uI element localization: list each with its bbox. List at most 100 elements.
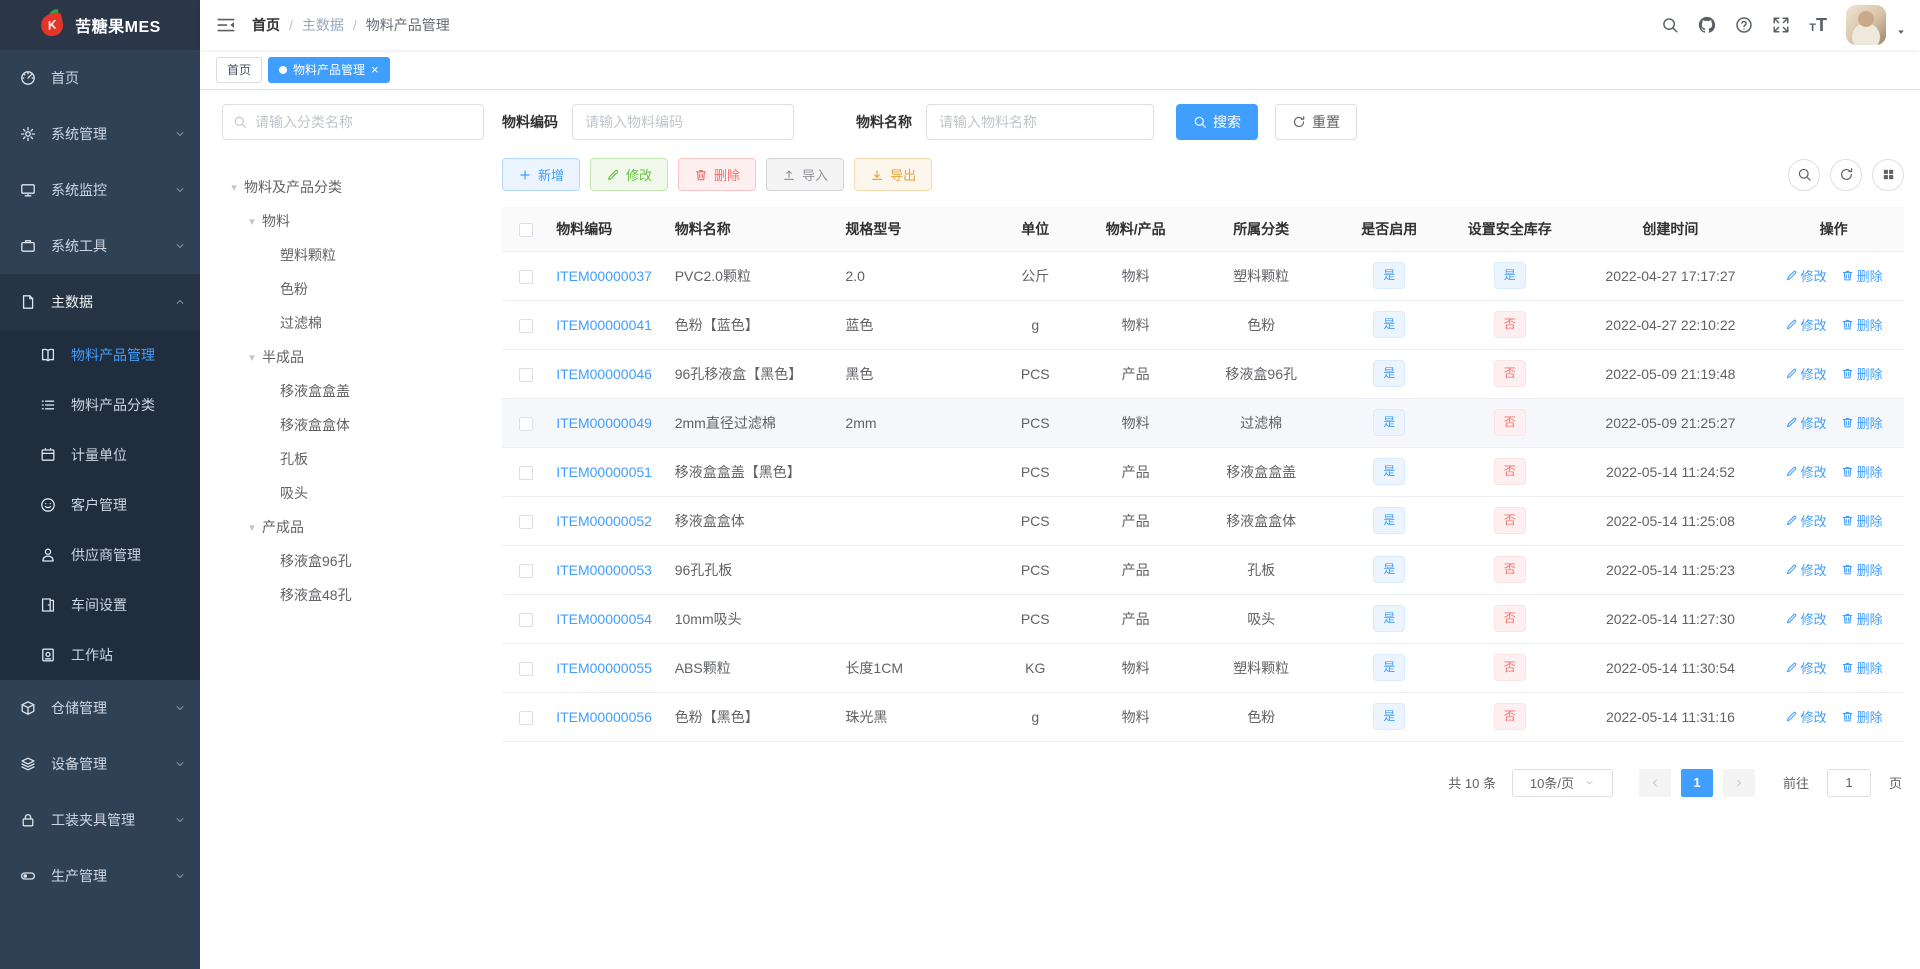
tree-node[interactable]: ▾ 产成品: [222, 510, 484, 544]
row-delete-link[interactable]: 删除: [1841, 364, 1883, 383]
page-size-select[interactable]: 10条/页: [1511, 768, 1613, 797]
material-code-link[interactable]: ITEM00000053: [556, 562, 652, 578]
add-button[interactable]: 新增: [502, 158, 581, 191]
export-button[interactable]: 导出: [854, 158, 933, 191]
category-search-input[interactable]: [255, 114, 473, 130]
column-settings-button[interactable]: [1872, 158, 1904, 191]
sidebar-collapse-icon[interactable]: [216, 15, 236, 35]
tab-0[interactable]: 首页: [216, 56, 263, 83]
row-delete-link[interactable]: 删除: [1841, 462, 1883, 481]
tree-node[interactable]: 移液盒盒体: [222, 408, 484, 442]
row-edit-link[interactable]: 修改: [1785, 707, 1827, 726]
tab-1[interactable]: 物料产品管理 ×: [268, 56, 390, 83]
tree-node[interactable]: 孔板: [222, 442, 484, 476]
prev-page-button[interactable]: [1638, 768, 1671, 797]
row-checkbox[interactable]: [519, 661, 534, 676]
fullscreen-icon[interactable]: [1772, 16, 1790, 34]
material-code-link[interactable]: ITEM00000052: [556, 513, 652, 529]
row-checkbox[interactable]: [519, 367, 534, 382]
next-page-button[interactable]: [1722, 768, 1755, 797]
material-code-link[interactable]: ITEM00000037: [556, 268, 652, 284]
avatar[interactable]: [1846, 5, 1886, 45]
material-code-link[interactable]: ITEM00000049: [556, 415, 652, 431]
delete-button[interactable]: 删除: [678, 158, 757, 191]
tree-node[interactable]: 色粉: [222, 272, 484, 306]
sidebar-item-system-management[interactable]: 系统管理: [0, 106, 200, 162]
material-code-input[interactable]: [572, 104, 794, 140]
sidebar-item-material-product-management[interactable]: 物料产品管理: [0, 330, 200, 380]
sidebar-item-material-product-category[interactable]: 物料产品分类: [0, 380, 200, 430]
tree-node[interactable]: 移液盒96孔: [222, 544, 484, 578]
material-code-link[interactable]: ITEM00000046: [556, 366, 652, 382]
tab-close-icon[interactable]: ×: [371, 63, 379, 76]
import-button[interactable]: 导入: [766, 158, 845, 191]
tree-node[interactable]: ▾ 物料: [222, 204, 484, 238]
row-edit-link[interactable]: 修改: [1785, 560, 1827, 579]
sidebar-item-system-tools[interactable]: 系统工具: [0, 218, 200, 274]
sidebar-item-home[interactable]: 首页: [0, 50, 200, 106]
row-checkbox[interactable]: [519, 710, 534, 725]
sidebar-item-tooling-fixture-management[interactable]: 工装夹具管理: [0, 792, 200, 848]
row-delete-link[interactable]: 删除: [1841, 511, 1883, 530]
tree-node[interactable]: 移液盒48孔: [222, 578, 484, 612]
row-edit-link[interactable]: 修改: [1785, 511, 1827, 530]
tree-node[interactable]: 吸头: [222, 476, 484, 510]
app-logo[interactable]: K 苦糖果MES: [0, 0, 200, 50]
row-delete-link[interactable]: 删除: [1841, 609, 1883, 628]
sidebar-item-measure-unit[interactable]: 计量单位: [0, 430, 200, 480]
row-delete-link[interactable]: 删除: [1841, 560, 1883, 579]
row-edit-link[interactable]: 修改: [1785, 266, 1827, 285]
row-delete-link[interactable]: 删除: [1841, 266, 1883, 285]
row-edit-link[interactable]: 修改: [1785, 658, 1827, 677]
row-edit-link[interactable]: 修改: [1785, 364, 1827, 383]
row-delete-link[interactable]: 删除: [1841, 658, 1883, 677]
material-code-link[interactable]: ITEM00000041: [556, 317, 652, 333]
refresh-table-button[interactable]: [1830, 158, 1862, 191]
material-code-link[interactable]: ITEM00000051: [556, 464, 652, 480]
sidebar-item-workstation[interactable]: 工作站: [0, 630, 200, 680]
row-checkbox[interactable]: [519, 563, 534, 578]
breadcrumb-master-data[interactable]: 主数据: [302, 15, 344, 35]
show-search-button[interactable]: [1788, 158, 1820, 191]
row-delete-link[interactable]: 删除: [1841, 315, 1883, 334]
row-edit-link[interactable]: 修改: [1785, 315, 1827, 334]
breadcrumb-home[interactable]: 首页: [252, 15, 280, 35]
row-edit-link[interactable]: 修改: [1785, 462, 1827, 481]
material-code-link[interactable]: ITEM00000056: [556, 709, 652, 725]
search-icon[interactable]: [1661, 16, 1679, 34]
row-checkbox[interactable]: [519, 514, 534, 529]
sidebar-item-supplier-management[interactable]: 供应商管理: [0, 530, 200, 580]
row-checkbox[interactable]: [519, 612, 534, 627]
row-checkbox[interactable]: [519, 416, 534, 431]
select-all-checkbox[interactable]: [519, 222, 534, 237]
sidebar-item-master-data[interactable]: 主数据: [0, 274, 200, 330]
goto-page-input[interactable]: [1826, 768, 1871, 797]
tree-node[interactable]: ▾ 半成品: [222, 340, 484, 374]
row-delete-link[interactable]: 删除: [1841, 413, 1883, 432]
avatar-caret-down-icon[interactable]: [1896, 27, 1906, 37]
tree-node[interactable]: 移液盒盒盖: [222, 374, 484, 408]
tree-node[interactable]: ▾ 物料及产品分类: [222, 170, 484, 204]
material-code-link[interactable]: ITEM00000055: [556, 660, 652, 676]
reset-button[interactable]: 重置: [1275, 104, 1357, 140]
sidebar-item-customer-management[interactable]: 客户管理: [0, 480, 200, 530]
row-edit-link[interactable]: 修改: [1785, 413, 1827, 432]
row-checkbox[interactable]: [519, 269, 534, 284]
edit-button[interactable]: 修改: [590, 158, 669, 191]
material-code-link[interactable]: ITEM00000054: [556, 611, 652, 627]
row-edit-link[interactable]: 修改: [1785, 609, 1827, 628]
page-number-1[interactable]: 1: [1680, 768, 1713, 797]
sidebar-item-system-monitor[interactable]: 系统监控: [0, 162, 200, 218]
tree-node[interactable]: 塑料颗粒: [222, 238, 484, 272]
tree-node[interactable]: 过滤棉: [222, 306, 484, 340]
material-name-input[interactable]: [926, 104, 1154, 140]
sidebar-item-warehouse-management[interactable]: 仓储管理: [0, 680, 200, 736]
row-checkbox[interactable]: [519, 465, 534, 480]
font-size-icon[interactable]: TT: [1809, 16, 1827, 34]
sidebar-item-equipment-management[interactable]: 设备管理: [0, 736, 200, 792]
sidebar-item-production-management[interactable]: 生产管理: [0, 848, 200, 904]
search-button[interactable]: 搜索: [1176, 104, 1258, 140]
github-icon[interactable]: [1698, 16, 1716, 34]
help-icon[interactable]: [1735, 16, 1753, 34]
row-delete-link[interactable]: 删除: [1841, 707, 1883, 726]
